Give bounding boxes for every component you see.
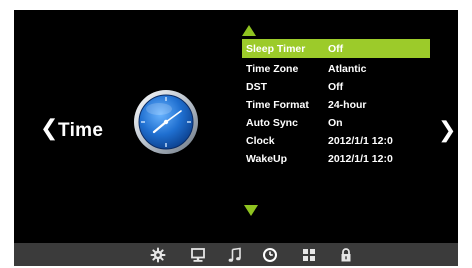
- menu-item-clock[interactable]: Clock 2012/1/1 12:0: [242, 132, 430, 149]
- menu-item-value: Off: [328, 43, 344, 55]
- osd-screen: ❮ Time Sleep Timer Off Time Zone Atlanti…: [14, 10, 458, 266]
- time-settings-menu: Sleep Timer Off Time Zone Atlantic DST O…: [242, 39, 430, 169]
- menu-taskbar: [14, 243, 458, 266]
- menu-item-value: 2012/1/1 12:0: [328, 135, 393, 148]
- menu-item-dst[interactable]: DST Off: [242, 78, 430, 95]
- menu-item-label: Time Format: [246, 99, 309, 112]
- section-title: Time: [58, 120, 104, 141]
- previous-page-arrow[interactable]: ❮: [40, 117, 58, 139]
- menu-item-label: Sleep Timer: [246, 43, 306, 55]
- gear-icon[interactable]: [150, 247, 166, 263]
- menu-item-label: Clock: [246, 135, 275, 148]
- clock-icon: [133, 89, 199, 155]
- menu-item-value: Off: [328, 81, 344, 94]
- monitor-icon[interactable]: [190, 247, 206, 263]
- menu-item-label: DST: [246, 81, 267, 94]
- scroll-up-arrow[interactable]: [242, 25, 256, 36]
- menu-item-time-zone[interactable]: Time Zone Atlantic: [242, 60, 430, 77]
- menu-item-label: Auto Sync: [246, 117, 298, 130]
- grid-icon[interactable]: [301, 247, 317, 263]
- menu-item-value: 24-hour: [328, 99, 367, 112]
- lock-icon[interactable]: [338, 247, 354, 263]
- menu-item-label: Time Zone: [246, 63, 299, 75]
- next-page-arrow[interactable]: ❯: [438, 119, 456, 141]
- scroll-down-arrow[interactable]: [244, 205, 258, 216]
- menu-item-value: 2012/1/1 12:0: [328, 153, 393, 166]
- menu-item-wakeup[interactable]: WakeUp 2012/1/1 12:0: [242, 150, 430, 167]
- menu-item-auto-sync[interactable]: Auto Sync On: [242, 114, 430, 131]
- menu-item-value: Atlantic: [328, 63, 367, 75]
- menu-item-label: WakeUp: [246, 153, 288, 166]
- menu-item-value: On: [328, 117, 343, 130]
- clock-icon[interactable]: [262, 247, 278, 263]
- music-icon[interactable]: [227, 247, 243, 263]
- menu-item-time-format[interactable]: Time Format 24-hour: [242, 96, 430, 113]
- menu-item-sleep-timer[interactable]: Sleep Timer Off: [242, 39, 430, 58]
